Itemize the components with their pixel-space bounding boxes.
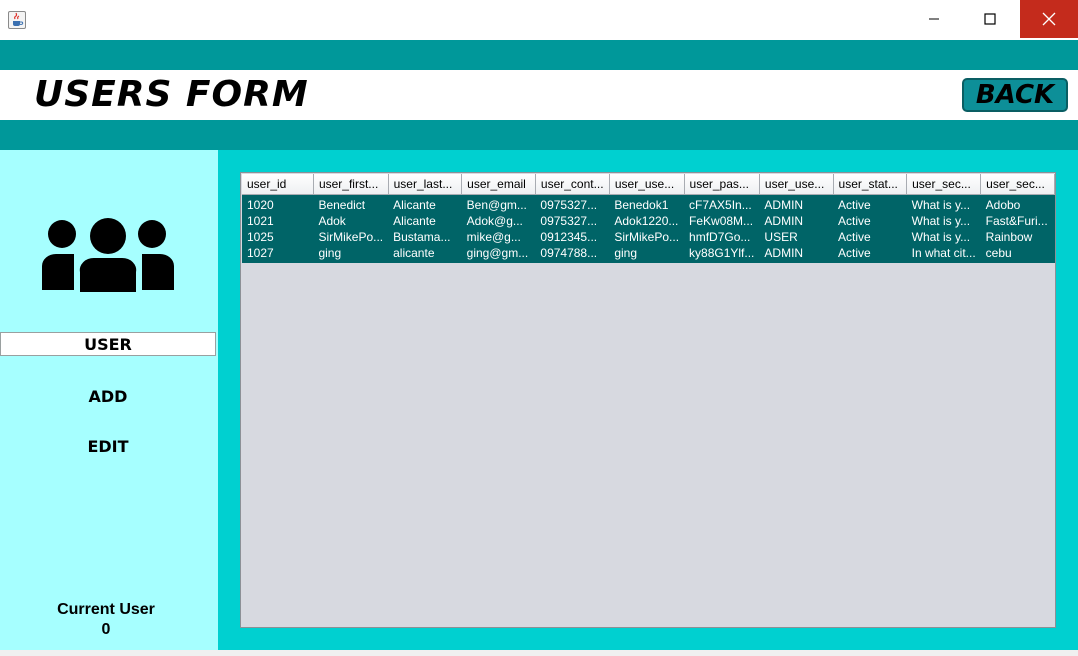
top-teal-band xyxy=(0,40,1078,70)
main-content: user_id user_first... user_last... user_… xyxy=(218,150,1078,650)
middle-teal-band xyxy=(0,120,1078,150)
users-table[interactable]: user_id user_first... user_last... user_… xyxy=(242,174,1055,263)
table-cell[interactable]: SirMikePo... xyxy=(609,229,685,245)
table-cell[interactable]: 1027 xyxy=(242,245,314,263)
table-cell[interactable]: 1021 xyxy=(242,213,314,229)
table-cell[interactable]: mike@g... xyxy=(461,229,536,245)
header-bar: USERS FORM BACK xyxy=(0,70,1078,120)
sidebar-item-user[interactable]: USER xyxy=(0,332,216,356)
sidebar: USER ADD EDIT Current User 0 xyxy=(0,150,218,650)
sidebar-item-label: USER xyxy=(84,334,132,354)
close-icon[interactable] xyxy=(1020,0,1078,38)
table-cell[interactable]: hmfD7Go... xyxy=(684,229,760,245)
table-cell[interactable]: ky88G1Ylf... xyxy=(684,245,760,263)
table-cell[interactable]: ging@gm... xyxy=(461,245,536,263)
table-cell[interactable]: Rainbow xyxy=(980,229,1055,245)
table-cell[interactable]: ADMIN xyxy=(759,245,834,263)
table-cell[interactable]: Bustama... xyxy=(388,229,462,245)
table-cell[interactable]: What is y... xyxy=(906,229,981,245)
table-cell[interactable]: Active xyxy=(833,245,907,263)
back-button[interactable]: BACK xyxy=(962,78,1068,112)
table-cell[interactable]: Ben@gm... xyxy=(461,194,536,213)
column-header-user-contact[interactable]: user_cont... xyxy=(535,174,610,195)
column-header-user-email[interactable]: user_email xyxy=(461,174,536,195)
minimize-icon[interactable] xyxy=(906,0,962,38)
column-header-user-first[interactable]: user_first... xyxy=(313,174,389,195)
table-cell[interactable]: 0912345... xyxy=(535,229,610,245)
table-cell[interactable]: USER xyxy=(759,229,834,245)
table-cell[interactable]: ADMIN xyxy=(759,213,834,229)
table-cell[interactable]: Fast&Furi... xyxy=(980,213,1055,229)
sidebar-item-edit[interactable]: EDIT xyxy=(0,434,216,458)
table-cell[interactable]: cF7AX5In... xyxy=(684,194,760,213)
current-user-info: Current User 0 xyxy=(0,600,212,640)
table-cell[interactable]: Adok@g... xyxy=(461,213,536,229)
table-cell[interactable]: Benedok1 xyxy=(609,194,685,213)
table-cell[interactable]: 0975327... xyxy=(535,194,610,213)
window-titlebar xyxy=(0,0,1078,41)
page-title: USERS FORM xyxy=(34,74,309,115)
column-header-user-username[interactable]: user_use... xyxy=(609,174,685,195)
table-cell[interactable]: ADMIN xyxy=(759,194,834,213)
table-cell[interactable]: ging xyxy=(609,245,685,263)
column-header-user-security-answer[interactable]: user_sec... xyxy=(980,174,1055,195)
table-cell[interactable]: Active xyxy=(833,229,907,245)
table-cell[interactable]: Adok1220... xyxy=(609,213,685,229)
table-cell[interactable]: Benedict xyxy=(313,194,389,213)
sidebar-item-label: EDIT xyxy=(87,436,129,456)
table-cell[interactable]: ging xyxy=(313,245,389,263)
table-cell[interactable]: 1025 xyxy=(242,229,314,245)
table-cell[interactable]: Active xyxy=(833,213,907,229)
users-group-icon xyxy=(40,216,176,296)
users-table-scrollpane[interactable]: user_id user_first... user_last... user_… xyxy=(240,172,1056,628)
table-row[interactable]: 1020 Benedict Alicante Ben@gm... 0975327… xyxy=(242,194,1055,213)
table-cell[interactable]: alicante xyxy=(388,245,462,263)
current-user-label: Current User xyxy=(57,601,155,618)
table-header-row: user_id user_first... user_last... user_… xyxy=(242,174,1055,195)
table-cell[interactable]: cebu xyxy=(980,245,1055,263)
column-header-user-status[interactable]: user_stat... xyxy=(833,174,908,195)
column-header-user-last[interactable]: user_last... xyxy=(388,174,463,195)
sidebar-item-add[interactable]: ADD xyxy=(0,384,216,408)
table-cell[interactable]: 0974788... xyxy=(535,245,610,263)
table-row[interactable]: 1021 Adok Alicante Adok@g... 0975327... … xyxy=(242,213,1055,229)
java-cup-icon[interactable] xyxy=(8,11,26,29)
table-cell[interactable]: SirMikePo... xyxy=(313,229,389,245)
table-cell[interactable]: Alicante xyxy=(388,194,462,213)
table-cell[interactable]: In what cit... xyxy=(906,245,981,263)
column-header-user-id[interactable]: user_id xyxy=(242,174,314,195)
table-cell[interactable]: What is y... xyxy=(906,213,981,229)
table-cell[interactable]: 1020 xyxy=(242,194,314,213)
table-row[interactable]: 1027 ging alicante ging@gm... 0974788...… xyxy=(242,245,1055,263)
table-cell[interactable]: What is y... xyxy=(906,194,981,213)
table-cell[interactable]: Adobo xyxy=(980,194,1055,213)
column-header-user-usertype[interactable]: user_use... xyxy=(759,174,834,195)
sidebar-item-label: ADD xyxy=(88,386,128,406)
table-row[interactable]: 1025 SirMikePo... Bustama... mike@g... 0… xyxy=(242,229,1055,245)
table-cell[interactable]: 0975327... xyxy=(535,213,610,229)
table-cell[interactable]: FeKw08M... xyxy=(684,213,760,229)
maximize-icon[interactable] xyxy=(962,0,1018,38)
table-cell[interactable]: Active xyxy=(833,194,907,213)
table-cell[interactable]: Adok xyxy=(313,213,389,229)
table-cell[interactable]: Alicante xyxy=(388,213,462,229)
column-header-user-security-question[interactable]: user_sec... xyxy=(906,174,982,195)
current-user-value: 0 xyxy=(101,621,111,638)
column-header-user-password[interactable]: user_pas... xyxy=(684,174,760,195)
